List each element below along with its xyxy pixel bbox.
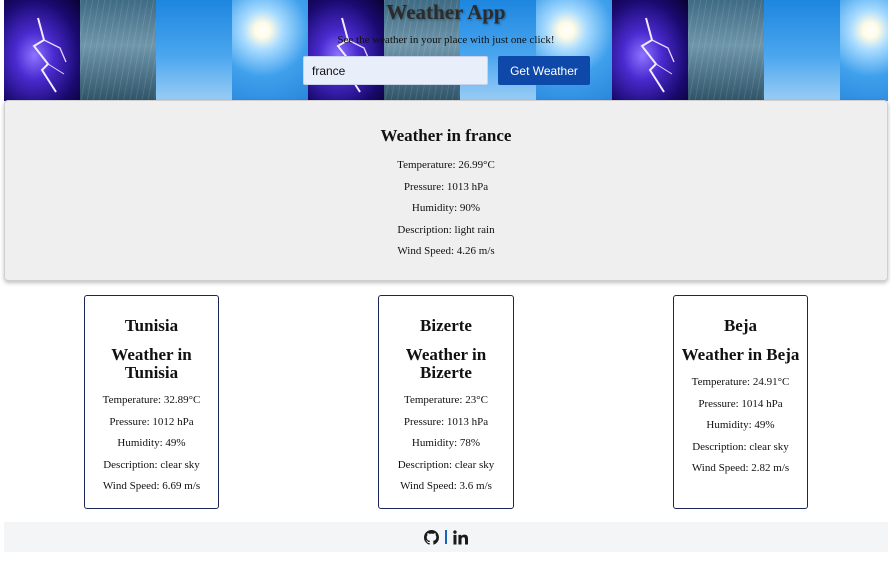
card-humidity: Humidity: 49%	[706, 419, 775, 432]
city-card-bizerte: Bizerte Weather in Bizerte Temperature: …	[378, 295, 514, 509]
card-city-name: Tunisia	[124, 316, 179, 335]
github-icon[interactable]	[424, 529, 439, 545]
main-wind-speed: Wind Speed: 4.26 m/s	[397, 245, 495, 258]
city-card-tunisia: Tunisia Weather in Tunisia Temperature: …	[84, 295, 219, 509]
main-weather-panel: Weather in france Temperature: 26.99°C P…	[4, 100, 888, 281]
hero-banner: Weather App See the weather in your plac…	[4, 0, 888, 101]
card-description: Description: clear sky	[692, 440, 789, 453]
card-pressure: Pressure: 1013 hPa	[403, 415, 489, 428]
card-temperature: Temperature: 32.89°C	[102, 394, 201, 406]
linkedin-icon[interactable]	[453, 529, 468, 545]
get-weather-button[interactable]: Get Weather	[498, 56, 590, 85]
search-row: Get Weather	[303, 56, 590, 85]
card-temperature: Temperature: 23°C	[404, 394, 488, 406]
card-weather-heading: Weather in Tunisia	[111, 345, 192, 382]
card-pressure: Pressure: 1014 hPa	[698, 397, 783, 410]
city-card-beja: Beja Weather in Beja Temperature: 24.91°…	[673, 295, 808, 509]
hero-content: Weather App See the weather in your plac…	[4, 0, 888, 101]
card-weather-heading: Weather in Bizerte	[405, 345, 487, 382]
main-temperature: Temperature: 26.99°C	[397, 159, 495, 171]
main-description: Description: light rain	[397, 223, 495, 236]
app-title: Weather App	[386, 0, 506, 24]
card-humidity: Humidity: 49%	[117, 437, 186, 450]
card-city-name: Bizerte	[420, 316, 472, 335]
main-pressure: Pressure: 1013 hPa	[403, 180, 489, 193]
card-humidity: Humidity: 78%	[411, 437, 481, 450]
card-wind-speed: Wind Speed: 2.82 m/s	[691, 462, 790, 475]
card-description: Description: clear sky	[103, 458, 200, 471]
main-weather-heading: Weather in france	[380, 126, 512, 145]
card-temperature: Temperature: 24.91°C	[691, 376, 790, 388]
main-humidity: Humidity: 90%	[411, 202, 481, 215]
footer	[4, 522, 888, 552]
card-wind-speed: Wind Speed: 3.6 m/s	[400, 480, 492, 493]
app-subtitle: See the weather in your place with just …	[337, 34, 555, 46]
footer-separator	[445, 530, 447, 544]
card-pressure: Pressure: 1012 hPa	[109, 415, 194, 428]
card-wind-speed: Wind Speed: 6.69 m/s	[102, 480, 201, 493]
city-search-input[interactable]	[303, 56, 488, 85]
card-weather-heading: Weather in Beja	[681, 345, 800, 364]
card-city-name: Beja	[723, 316, 758, 335]
card-description: Description: clear sky	[397, 458, 495, 471]
